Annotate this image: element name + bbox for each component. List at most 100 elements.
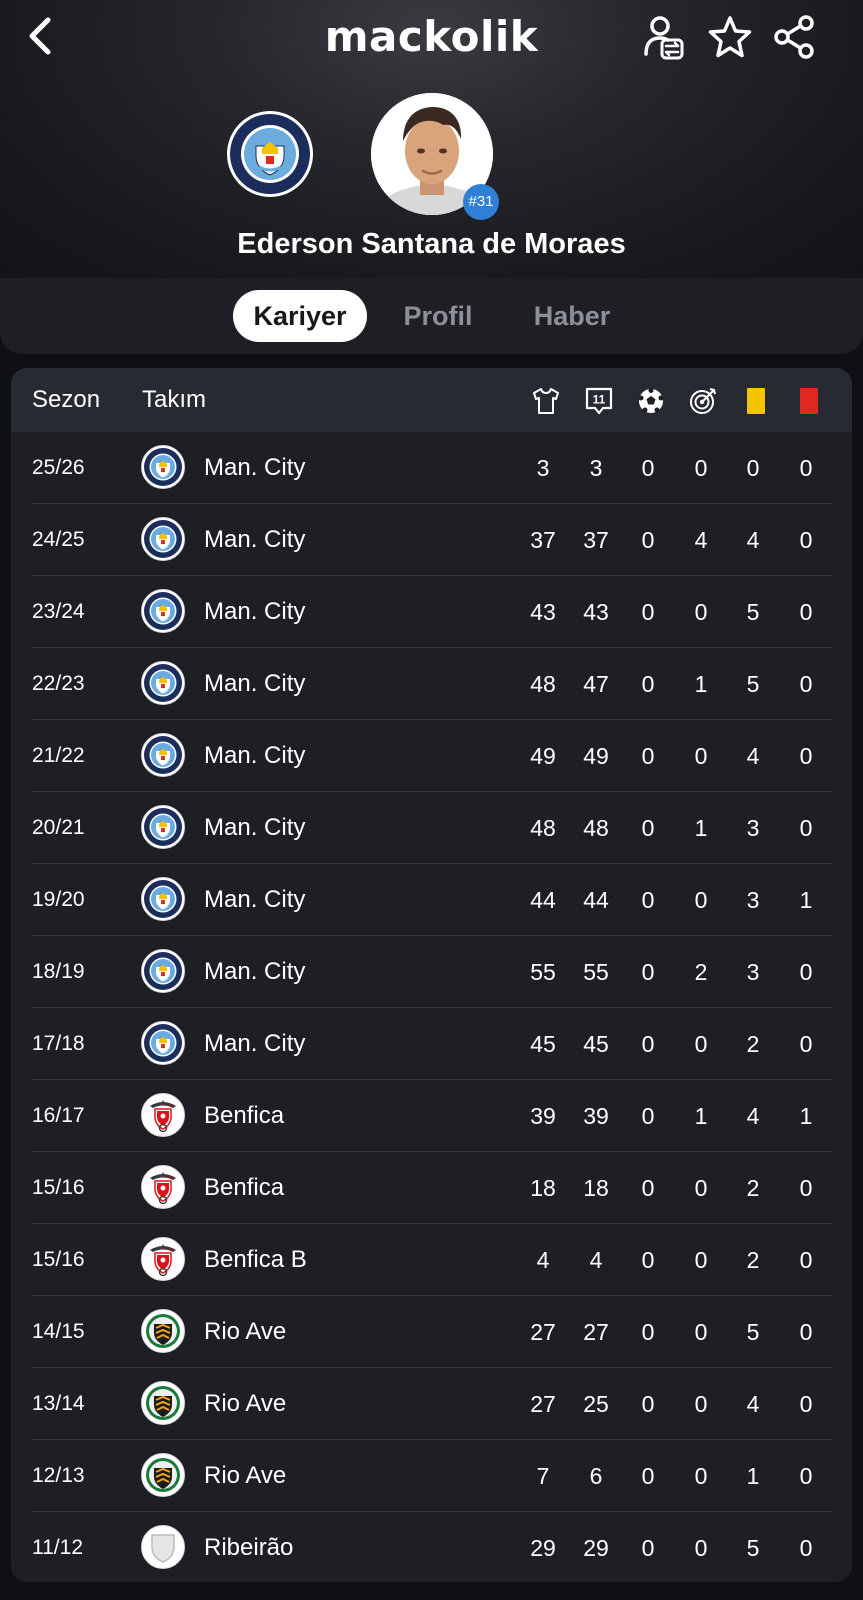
stat-assists: 0 <box>694 1031 708 1057</box>
stat-goals: 0 <box>641 1391 655 1417</box>
stat-appearances: 48 <box>530 815 556 841</box>
stat-appearances: 27 <box>530 1391 556 1417</box>
team-name[interactable]: Man. City <box>204 792 305 864</box>
stat-starts: 27 <box>583 1319 609 1345</box>
table-row[interactable]: 25/26 Man. City 3 3 0 0 0 0 <box>11 432 852 504</box>
rio-ave-crest-icon <box>146 1314 180 1348</box>
table-row[interactable]: 24/25 Man. City 37 37 0 4 4 0 <box>11 504 852 576</box>
team-logo[interactable] <box>141 445 185 489</box>
tab-bar: Kariyer Profil Haber <box>0 278 863 354</box>
team-name[interactable]: Man. City <box>204 1008 305 1080</box>
table-row[interactable]: 18/19 Man. City 55 55 0 2 3 0 <box>11 936 852 1008</box>
man-city-crest-icon <box>144 736 182 774</box>
stat-appearances: 7 <box>536 1463 550 1489</box>
club-crest[interactable] <box>226 110 314 198</box>
man-city-crest-icon <box>144 592 182 630</box>
stat-starts: 39 <box>583 1103 609 1129</box>
table-row[interactable]: 12/13 Rio Ave 7 6 0 0 1 0 <box>11 1440 852 1512</box>
season-cell: 17/18 <box>32 1032 85 1055</box>
table-row[interactable]: 14/15 Rio Ave 27 27 0 0 5 0 <box>11 1296 852 1368</box>
team-logo[interactable] <box>141 1453 185 1497</box>
football-icon <box>638 388 664 413</box>
team-logo[interactable] <box>141 1165 185 1209</box>
table-row[interactable]: 19/20 Man. City 44 44 0 0 3 1 <box>11 864 852 936</box>
table-row[interactable]: 21/22 Man. City 49 49 0 0 4 0 <box>11 720 852 792</box>
team-logo[interactable] <box>141 661 185 705</box>
team-name[interactable]: Man. City <box>204 720 305 792</box>
stat-appearances: 49 <box>530 743 556 769</box>
stat-assists: 0 <box>694 1535 708 1561</box>
team-name[interactable]: Man. City <box>204 432 305 504</box>
share-button[interactable] <box>772 14 818 60</box>
team-name[interactable]: Man. City <box>204 864 305 936</box>
stat-red-cards: 0 <box>799 1031 813 1057</box>
team-name[interactable]: Man. City <box>204 576 305 648</box>
table-row[interactable]: 22/23 Man. City 48 47 0 1 5 0 <box>11 648 852 720</box>
team-logo[interactable] <box>141 1237 185 1281</box>
table-row[interactable]: 15/16 Benfica B 4 4 0 0 2 0 <box>11 1224 852 1296</box>
season-cell: 18/19 <box>32 960 85 983</box>
stat-yellow-cards: 3 <box>746 959 760 985</box>
red-card-icon <box>800 388 818 414</box>
team-name[interactable]: Rio Ave <box>204 1368 286 1440</box>
table-row[interactable]: 20/21 Man. City 48 48 0 1 3 0 <box>11 792 852 864</box>
tab-haber[interactable]: Haber <box>522 290 622 342</box>
stat-starts: 18 <box>583 1175 609 1201</box>
table-row[interactable]: 16/17 Benfica 39 39 0 1 4 1 <box>11 1080 852 1152</box>
stat-starts: 47 <box>583 671 609 697</box>
team-logo[interactable] <box>141 949 185 993</box>
starting-eleven-icon: 11 <box>585 387 613 415</box>
team-name[interactable]: Ribeirão <box>204 1512 293 1582</box>
favorite-button[interactable] <box>707 14 753 60</box>
stat-red-cards: 0 <box>799 959 813 985</box>
man-city-crest-icon <box>144 808 182 846</box>
table-row[interactable]: 17/18 Man. City 45 45 0 0 2 0 <box>11 1008 852 1080</box>
stat-starts: 48 <box>583 815 609 841</box>
team-logo[interactable] <box>141 805 185 849</box>
shirt-number-badge: #31 <box>463 184 499 220</box>
team-logo[interactable] <box>141 877 185 921</box>
team-logo[interactable] <box>141 1021 185 1065</box>
man-city-crest-icon <box>144 1024 182 1062</box>
stat-goals: 0 <box>641 1103 655 1129</box>
team-logo[interactable] <box>141 1525 185 1569</box>
stat-goals: 0 <box>641 455 655 481</box>
stat-goals: 0 <box>641 527 655 553</box>
team-logo[interactable] <box>141 733 185 777</box>
tab-kariyer[interactable]: Kariyer <box>233 290 367 342</box>
table-row[interactable]: 11/12 Ribeirão 29 29 0 0 5 0 <box>11 1512 852 1582</box>
team-logo[interactable] <box>141 589 185 633</box>
team-name[interactable]: Benfica <box>204 1152 284 1224</box>
team-logo[interactable] <box>141 1093 185 1137</box>
team-logo[interactable] <box>141 1309 185 1353</box>
season-cell: 12/13 <box>32 1464 85 1487</box>
team-name[interactable]: Rio Ave <box>204 1296 286 1368</box>
team-name[interactable]: Man. City <box>204 504 305 576</box>
stat-appearances: 18 <box>530 1175 556 1201</box>
stat-goals: 0 <box>641 1247 655 1273</box>
stat-yellow-cards: 4 <box>746 527 760 553</box>
top-bar: mackolik <box>0 0 863 80</box>
stat-assists: 2 <box>694 959 708 985</box>
stat-starts: 45 <box>583 1031 609 1057</box>
team-name[interactable]: Man. City <box>204 936 305 1008</box>
compare-player-button[interactable] <box>640 14 686 60</box>
career-table: Sezon Takım 11 25/26 Man. City 3 3 0 0 0… <box>11 368 852 1582</box>
team-name[interactable]: Man. City <box>204 648 305 720</box>
team-logo[interactable] <box>141 517 185 561</box>
table-row[interactable]: 13/14 Rio Ave 27 25 0 0 4 0 <box>11 1368 852 1440</box>
tab-profil[interactable]: Profil <box>392 290 484 342</box>
table-row[interactable]: 23/24 Man. City 43 43 0 0 5 0 <box>11 576 852 648</box>
stat-assists: 0 <box>694 887 708 913</box>
season-cell: 21/22 <box>32 744 85 767</box>
stat-starts: 25 <box>583 1391 609 1417</box>
table-row[interactable]: 15/16 Benfica 18 18 0 0 2 0 <box>11 1152 852 1224</box>
team-name[interactable]: Benfica B <box>204 1224 307 1296</box>
team-logo[interactable] <box>141 1381 185 1425</box>
target-icon <box>690 388 716 414</box>
man-city-crest-icon <box>144 664 182 702</box>
stat-goals: 0 <box>641 671 655 697</box>
team-name[interactable]: Rio Ave <box>204 1440 286 1512</box>
team-name[interactable]: Benfica <box>204 1080 284 1152</box>
stat-assists: 1 <box>694 1103 708 1129</box>
